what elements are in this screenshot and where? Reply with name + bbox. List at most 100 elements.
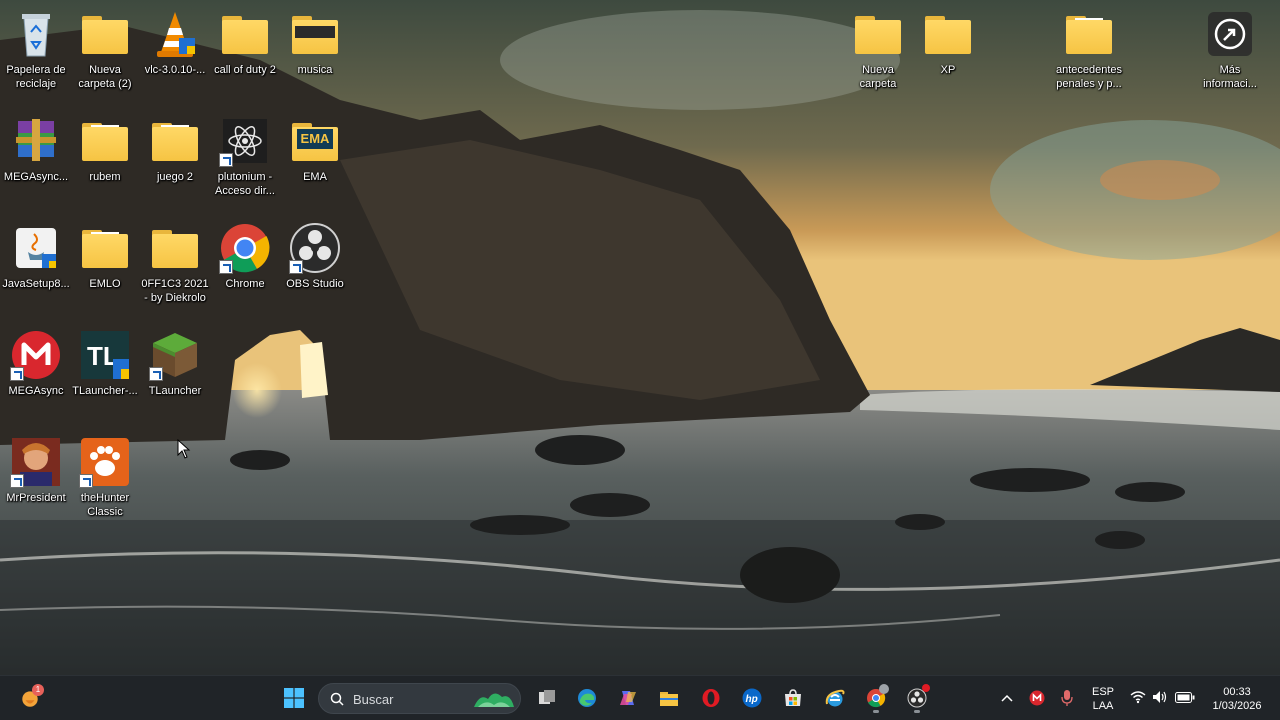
desktop-icon-label: OBS Studio <box>286 278 344 290</box>
desktop-icon-mas-informacion[interactable]: Más informaci... <box>1194 0 1266 100</box>
task-view-button[interactable] <box>530 681 564 715</box>
folder-icon <box>1063 8 1115 60</box>
desktop-icon-call-of-duty-2[interactable]: call of duty 2 <box>209 0 281 100</box>
edge-icon <box>578 689 596 707</box>
obs-icon <box>289 222 341 274</box>
desktop-icon-label: vlc-3.0.10-... <box>144 64 206 76</box>
desktop-icon-recycle-bin[interactable]: Papelera de reciclaje <box>0 0 72 100</box>
java-setup-icon <box>10 222 62 274</box>
wifi-icon[interactable] <box>1130 690 1146 704</box>
start-button[interactable] <box>277 681 311 715</box>
desktop-icon-megasync[interactable]: MEGAsync <box>0 321 72 421</box>
microsoft-store-icon <box>785 689 801 706</box>
folder-icon <box>852 8 904 60</box>
desktop-icon-label: XP <box>940 64 956 76</box>
desktop-icon-label: EMA <box>303 171 327 183</box>
info-circle-icon <box>1204 8 1256 60</box>
widget-badge: 1 <box>32 684 44 696</box>
desktop-icon-xp[interactable]: XP <box>912 0 984 100</box>
volume-icon[interactable] <box>1152 690 1168 704</box>
clock-time: 00:33 <box>1223 686 1251 698</box>
show-hidden-icons-chevron-icon[interactable] <box>1000 693 1014 703</box>
shortcut-arrow-icon <box>289 260 303 274</box>
desktop-icon-vlc[interactable]: vlc-3.0.10-... <box>139 0 211 100</box>
desktop-icon-mrpresident[interactable]: MrPresident <box>0 428 72 528</box>
winrar-icon <box>10 115 62 167</box>
language-code: ESP <box>1091 686 1114 698</box>
desktop-icon-megasync-rar[interactable]: MEGAsync... <box>0 107 72 207</box>
folder-icon <box>79 115 131 167</box>
search-box[interactable]: Buscar <box>318 683 521 714</box>
language-indicator[interactable]: ESP LAA <box>1088 685 1118 713</box>
obs-button[interactable] <box>900 681 934 715</box>
desktop-icon-label: MrPresident <box>6 492 66 504</box>
running-indicator <box>873 710 879 713</box>
mouse-cursor-icon <box>177 439 191 459</box>
desktop-icon-java-setup[interactable]: JavaSetup8... <box>0 214 72 314</box>
edge-button[interactable] <box>570 681 604 715</box>
desktop-icon-label: JavaSetup8... <box>2 278 70 290</box>
folder-icon <box>79 222 131 274</box>
desktop-icon-label: TLauncher-... <box>72 385 138 397</box>
desktop-icon-label: Nueva carpeta <box>859 64 897 90</box>
desktop-icon-label: MEGAsync <box>8 385 64 397</box>
desktop-icon-juego-2[interactable]: juego 2 <box>139 107 211 207</box>
copilot-button[interactable] <box>611 681 645 715</box>
desktop-icon-label: musica <box>297 64 333 76</box>
desktop-icon-musica[interactable]: musica <box>279 0 351 100</box>
desktop-icon-label: plutonium - Acceso dir... <box>215 171 275 197</box>
folder-icon <box>289 8 341 60</box>
shortcut-arrow-icon <box>219 260 233 274</box>
desktop-icon-0ff1c3-2021[interactable]: 0FF1C3 2021 - by Diekrolo <box>139 214 211 314</box>
shortcut-arrow-icon <box>219 153 233 167</box>
desktop[interactable]: Papelera de reciclaje Nueva carpeta (2) … <box>0 0 1280 675</box>
microphone-icon[interactable] <box>1060 689 1074 707</box>
search-icon <box>330 692 344 706</box>
mega-tray-icon[interactable] <box>1029 690 1045 706</box>
svg-text:hp: hp <box>746 694 758 705</box>
folder-icon <box>660 692 678 706</box>
desktop-icon-label: call of duty 2 <box>214 64 276 76</box>
desktop-icon-label: juego 2 <box>156 171 194 183</box>
folder-icon <box>149 115 201 167</box>
desktop-icon-label: rubem <box>89 171 121 183</box>
desktop-icon-thehunter-classic[interactable]: theHunter Classic <box>69 428 141 528</box>
desktop-icon-label: 0FF1C3 2021 - by Diekrolo <box>141 278 209 304</box>
desktop-icon-nueva-carpeta-2[interactable]: Nueva carpeta (2) <box>69 0 141 100</box>
desktop-icon-antecedentes[interactable]: antecedentes penales y p... <box>1046 0 1132 100</box>
desktop-icon-chrome[interactable]: Chrome <box>209 214 281 314</box>
desktop-icon-plutonium[interactable]: plutonium - Acceso dir... <box>209 107 281 207</box>
copilot-icon <box>620 691 636 705</box>
chrome-button[interactable] <box>859 681 893 715</box>
hp-button[interactable]: hp <box>735 681 769 715</box>
store-button[interactable] <box>776 681 810 715</box>
shortcut-arrow-icon <box>10 474 24 488</box>
desktop-icon-tlauncher[interactable]: TLauncher <box>139 321 211 421</box>
clock[interactable]: 00:33 1/03/2026 <box>1204 685 1270 713</box>
desktop-icon-nueva-carpeta[interactable]: Nueva carpeta <box>842 0 914 100</box>
taskbar: 1 Buscar hp ESP LAA 00:33 1/03/2026 <box>0 675 1280 720</box>
recycle-bin-icon <box>10 8 62 60</box>
widgets-button[interactable]: 1 <box>13 681 47 715</box>
tlauncher-icon: TL <box>79 329 131 381</box>
desktop-icon-tlauncher-setup[interactable]: TL TLauncher-... <box>69 321 141 421</box>
folder-icon <box>79 8 131 60</box>
recording-indicator <box>922 684 930 692</box>
desktop-icon-label: antecedentes penales y p... <box>1055 64 1123 90</box>
hp-icon: hp <box>742 688 762 708</box>
desktop-icon-obs-studio[interactable]: OBS Studio <box>279 214 351 314</box>
mrpresident-game-icon <box>10 436 62 488</box>
desktop-icon-label: Papelera de reciclaje <box>6 64 66 90</box>
opera-button[interactable] <box>694 681 728 715</box>
desktop-icon-label: Más informaci... <box>1203 64 1257 90</box>
shortcut-arrow-icon <box>79 474 93 488</box>
desktop-icon-label: theHunter Classic <box>80 492 130 518</box>
file-explorer-button[interactable] <box>652 681 686 715</box>
plutonium-atom-icon <box>219 115 271 167</box>
desktop-icon-emlo[interactable]: EMLO <box>69 214 141 314</box>
desktop-icon-ema[interactable]: EMA EMA <box>279 107 351 207</box>
folder-icon <box>149 222 201 274</box>
internet-explorer-button[interactable] <box>818 681 852 715</box>
battery-icon[interactable] <box>1175 692 1195 703</box>
desktop-icon-rubem[interactable]: rubem <box>69 107 141 207</box>
